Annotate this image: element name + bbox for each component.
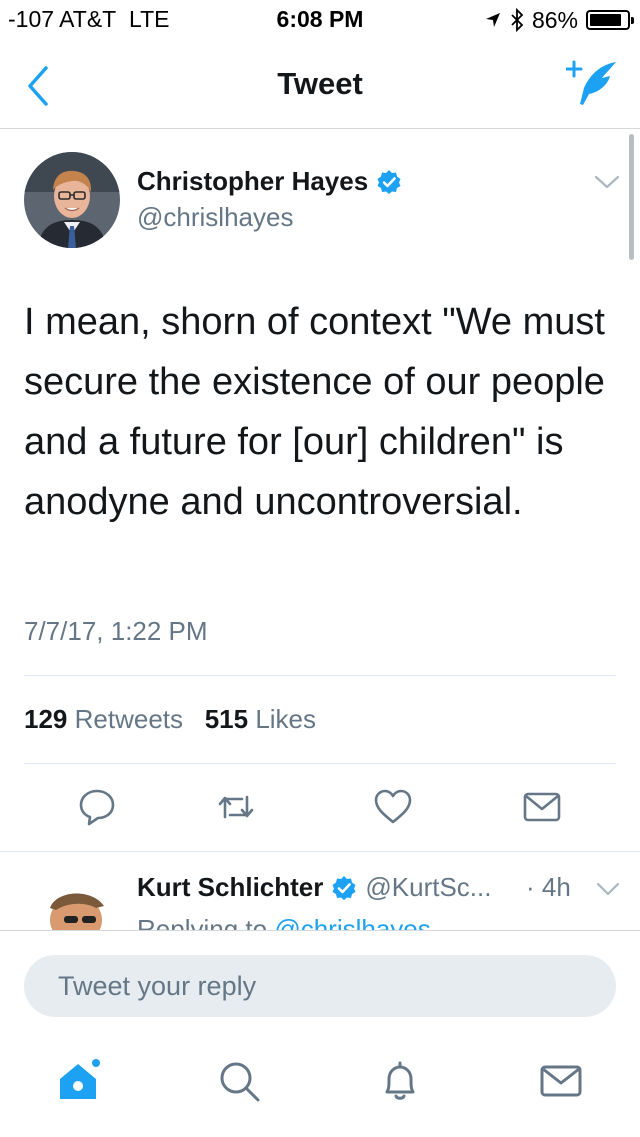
reply-icon[interactable] xyxy=(77,787,117,827)
search-icon[interactable] xyxy=(217,1059,261,1103)
tweet-actions xyxy=(0,763,640,853)
bottom-bar xyxy=(0,930,640,1137)
verified-badge-icon xyxy=(377,169,401,194)
likes-stat[interactable]: 515 Likes xyxy=(205,704,316,734)
replying-mention[interactable]: @chrislhayes xyxy=(274,914,430,930)
reply-input[interactable] xyxy=(24,955,616,1017)
divider xyxy=(24,675,616,676)
avatar[interactable] xyxy=(24,878,120,930)
retweets-stat[interactable]: 129 Retweets xyxy=(24,704,183,734)
chevron-down-icon[interactable] xyxy=(596,882,620,896)
replying-to: Replying to @chrislhayes xyxy=(137,914,431,930)
messages-icon[interactable] xyxy=(539,1059,583,1103)
reply-author-handle: @KurtSc... xyxy=(365,872,492,902)
like-count: 515 xyxy=(204,704,249,734)
tweet-text: I mean, shorn of context "We must secure… xyxy=(24,301,605,523)
retweet-icon[interactable] xyxy=(216,787,256,827)
location-arrow-icon xyxy=(485,13,500,27)
reply-time: · 4h xyxy=(526,872,571,902)
scroll-indicator[interactable] xyxy=(629,134,634,260)
compose-tweet-icon[interactable] xyxy=(566,58,618,110)
home-icon[interactable] xyxy=(56,1059,100,1103)
replying-prefix: Replying to xyxy=(137,914,268,930)
author-handle[interactable]: @chrislhayes xyxy=(137,202,293,233)
tweet-timestamp: 7/7/17, 1:22 PM xyxy=(24,616,208,646)
retweet-count: 129 xyxy=(24,704,68,734)
like-icon[interactable] xyxy=(373,787,413,827)
reply-author[interactable]: Kurt Schlichter @KurtSc... xyxy=(137,872,491,903)
retweet-label: Retweets xyxy=(74,704,184,734)
notifications-icon[interactable] xyxy=(378,1059,422,1103)
author-name[interactable]: Christopher Hayes xyxy=(137,166,402,197)
navigation-bar: Tweet xyxy=(0,40,640,129)
avatar[interactable] xyxy=(24,152,120,248)
battery-percent: 86% xyxy=(531,6,578,33)
message-icon[interactable] xyxy=(522,787,562,827)
verified-badge-icon xyxy=(332,875,356,900)
author-name-text: Christopher Hayes xyxy=(137,166,369,196)
bluetooth-icon xyxy=(511,8,524,32)
status-bar: -107 AT&T LTE 6:08 PM 86% xyxy=(0,0,640,40)
reply-author-name: Kurt Schlichter xyxy=(137,872,324,902)
status-indicators: 86% xyxy=(484,6,634,34)
page-title: Tweet xyxy=(277,66,363,101)
engagement-stats: 129 Retweets 515 Likes xyxy=(24,704,316,735)
chevron-down-icon[interactable] xyxy=(594,174,620,190)
like-label: Likes xyxy=(255,704,317,734)
battery-fill xyxy=(590,14,621,26)
reply-tweet[interactable]: Kurt Schlichter @KurtSc... · 4h Replying… xyxy=(0,852,640,930)
battery-icon xyxy=(586,10,634,30)
